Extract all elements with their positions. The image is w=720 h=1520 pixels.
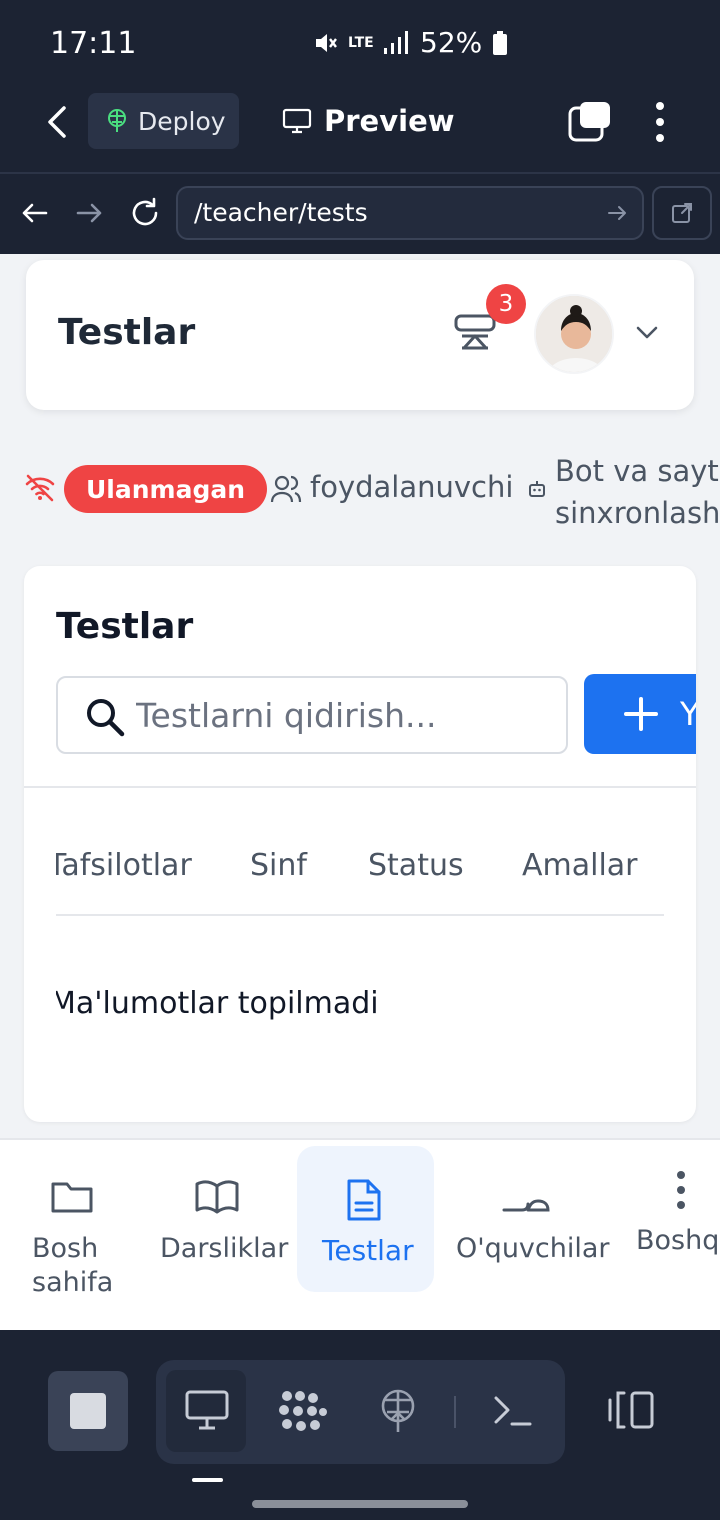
status-bar: 17:11 LTE 52% <box>0 0 720 84</box>
status-icons: LTE 52% <box>312 26 508 59</box>
page-header: Testlar <box>26 260 694 410</box>
url-text: /teacher/tests <box>194 198 368 227</box>
nav-label-more: Boshqa <box>636 1225 720 1256</box>
deploy-label: Deploy <box>138 106 226 136</box>
search-box <box>56 676 568 754</box>
document-icon <box>347 1179 381 1221</box>
open-external-button[interactable] <box>652 186 712 240</box>
battery-percent: 52% <box>420 26 483 59</box>
grid-dots-icon[interactable] <box>278 1388 328 1434</box>
browser-bar: /teacher/tests <box>0 174 720 254</box>
plus-icon <box>624 697 658 731</box>
home-indicator[interactable] <box>252 1500 468 1508</box>
nav-item-home[interactable]: Bosh sahifa <box>0 1140 136 1332</box>
monitor-icon <box>282 108 312 134</box>
users-icon <box>270 475 302 503</box>
page-title: Testlar <box>58 312 196 353</box>
go-arrow-icon[interactable] <box>606 202 628 224</box>
folder-icon <box>51 1182 93 1213</box>
bottom-navigation: Bosh sahifa Darsliklar Testlar O'quvchil… <box>0 1138 720 1330</box>
browser-back-icon[interactable] <box>18 196 52 230</box>
more-vertical-icon[interactable] <box>648 100 672 144</box>
split-view-icon[interactable] <box>606 1390 656 1430</box>
stop-icon <box>70 1393 106 1429</box>
tool-group <box>156 1360 565 1464</box>
tabs-icon[interactable] <box>566 100 612 144</box>
network-type: LTE <box>348 34 374 51</box>
stop-button[interactable] <box>48 1371 128 1451</box>
divider <box>24 786 696 788</box>
app-chrome: 17:11 LTE 52% Deploy Preview /teacher/te… <box>0 0 720 254</box>
more-vertical-icon <box>677 1171 685 1209</box>
notification-badge: 3 <box>486 284 526 324</box>
deploy-icon <box>108 109 126 132</box>
url-field[interactable]: /teacher/tests <box>176 186 644 240</box>
sync-label: Bot va sayt sinxronlash <box>555 454 720 530</box>
browser-forward-icon[interactable] <box>72 196 106 230</box>
students-icon <box>502 1199 550 1212</box>
external-link-icon <box>672 203 692 223</box>
terminal-icon[interactable] <box>492 1394 532 1428</box>
empty-state-message: Ma'lumotlar topilmadi <box>56 986 379 1021</box>
users-count-label: foydalanuvchi <box>310 470 514 504</box>
empty-state: Ma'lumotlar topilmadi <box>56 986 616 1026</box>
search-input[interactable] <box>136 692 546 738</box>
avatar[interactable] <box>534 294 614 374</box>
preview-label: Preview <box>324 104 455 138</box>
signal-icon <box>384 30 408 54</box>
user-photo <box>536 296 612 372</box>
nav-item-more[interactable]: Boshqa <box>620 1140 720 1332</box>
status-time: 17:11 <box>50 26 137 61</box>
nav-item-lessons[interactable]: Darsliklar <box>150 1140 289 1332</box>
chevron-down-icon[interactable] <box>634 320 660 344</box>
nav-label-lessons: Darsliklar <box>160 1233 289 1264</box>
active-indicator <box>192 1478 223 1482</box>
bot-icon <box>529 481 545 497</box>
nav-item-tests[interactable]: Testlar <box>297 1140 434 1332</box>
connection-status-row: Ulanmagan foydalanuvchi Bot va sayt sinx… <box>0 450 720 530</box>
mute-icon <box>316 33 337 52</box>
tests-title: Testlar <box>56 606 194 647</box>
book-icon <box>195 1180 239 1214</box>
nav-label-students: O'quvchilar <box>456 1233 610 1264</box>
table-header-divider <box>56 914 664 916</box>
app-toolbar: Deploy Preview <box>0 84 720 172</box>
table-header: Tafsilotlar Sinf Status Amallar <box>56 848 664 888</box>
bottom-toolbar <box>0 1330 720 1520</box>
reload-icon[interactable] <box>128 196 162 230</box>
nav-item-students[interactable]: O'quvchilar <box>446 1140 610 1332</box>
nav-label-home: Bosh sahifa <box>32 1233 114 1298</box>
back-icon[interactable] <box>40 102 76 142</box>
column-header-status[interactable]: Status <box>368 848 464 883</box>
search-icon <box>87 699 125 737</box>
column-header-actions[interactable]: Amallar <box>522 848 638 883</box>
preview-button[interactable]: Preview <box>282 93 455 149</box>
column-header-class[interactable]: Sinf <box>250 848 307 883</box>
battery-icon <box>493 30 508 55</box>
deploy-button[interactable]: Deploy <box>88 93 239 149</box>
deploy-icon[interactable] <box>378 1388 418 1434</box>
tests-card: Testlar Ya Tafsilotlar Sinf Status Amall… <box>24 566 696 1122</box>
wifi-off-icon <box>25 474 55 502</box>
nav-label-tests: Testlar <box>322 1234 414 1267</box>
column-header-details[interactable]: Tafsilotlar <box>56 848 192 883</box>
monitor-icon[interactable] <box>184 1388 230 1432</box>
connection-status-badge: Ulanmagan <box>64 465 268 513</box>
add-test-button[interactable]: Ya <box>584 674 696 754</box>
divider <box>454 1396 456 1428</box>
add-test-label: Ya <box>680 695 696 733</box>
